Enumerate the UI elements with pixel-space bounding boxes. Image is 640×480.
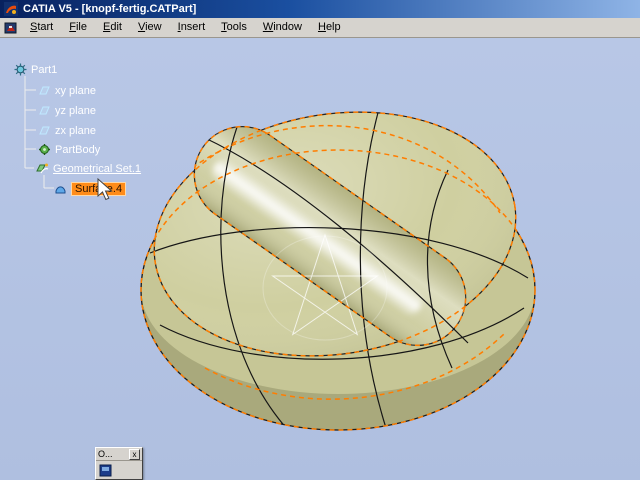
menu-item-window[interactable]: Window: [255, 19, 310, 36]
plane-icon: [38, 84, 51, 97]
tree-item-label: Geometrical Set.1: [53, 162, 142, 175]
menu-bar: Start File Edit View Insert Tools Window…: [0, 18, 640, 38]
plane-icon: [38, 124, 51, 137]
workbench-icon[interactable]: [4, 21, 18, 35]
catia-logo-icon: [4, 2, 18, 16]
close-icon[interactable]: x: [129, 448, 140, 460]
menu-item-file[interactable]: File: [61, 19, 95, 36]
menu-item-insert[interactable]: Insert: [170, 19, 214, 36]
toolbar-button-icon: [99, 464, 112, 476]
part-icon: [14, 63, 27, 76]
catia-window: CATIA V5 - [knopf-fertig.CATPart] Start …: [0, 0, 640, 480]
tree-item-label: Part1: [31, 63, 58, 76]
menu-item-edit[interactable]: Edit: [95, 19, 130, 36]
floating-toolbar-titlebar[interactable]: O... x: [96, 448, 142, 461]
body-icon: [38, 143, 51, 156]
tree-item-partbody[interactable]: PartBody: [38, 142, 100, 157]
window-title: CATIA V5 - [knopf-fertig.CATPart]: [23, 3, 197, 15]
tree-item-label: PartBody: [55, 143, 101, 156]
tree-item-geometrical-set[interactable]: Geometrical Set.1: [36, 161, 141, 176]
menu-item-help[interactable]: Help: [310, 19, 349, 36]
menu-item-tools[interactable]: Tools: [213, 19, 255, 36]
tree-item-zx-plane[interactable]: zx plane: [38, 123, 96, 138]
floating-toolbar[interactable]: O... x: [95, 447, 143, 480]
tree-item-label-selected: Surface.4: [71, 181, 127, 196]
tree-item-part1[interactable]: Part1: [14, 62, 57, 77]
tree-item-xy-plane[interactable]: xy plane: [38, 83, 96, 98]
tree-item-label: xy plane: [55, 84, 96, 97]
tree-item-label: yz plane: [55, 104, 96, 117]
tree-item-label: zx plane: [55, 124, 96, 137]
tree-item-surface-4[interactable]: Surface.4: [54, 181, 127, 196]
menu-item-view[interactable]: View: [130, 19, 170, 36]
title-bar[interactable]: CATIA V5 - [knopf-fertig.CATPart]: [0, 0, 640, 18]
geometrical-set-icon: [36, 162, 49, 175]
floating-toolbar-body: [96, 461, 142, 479]
plane-icon: [38, 104, 51, 117]
floating-toolbar-title: O...: [98, 449, 113, 459]
menu-item-start[interactable]: Start: [22, 19, 61, 36]
viewport-3d[interactable]: Part1 xy plane yz plane zx plane PartBod…: [0, 38, 640, 480]
tree-item-yz-plane[interactable]: yz plane: [38, 103, 96, 118]
surface-icon: [54, 182, 67, 195]
knob-3d-model[interactable]: [0, 38, 640, 480]
toolbar-button[interactable]: [98, 463, 113, 478]
